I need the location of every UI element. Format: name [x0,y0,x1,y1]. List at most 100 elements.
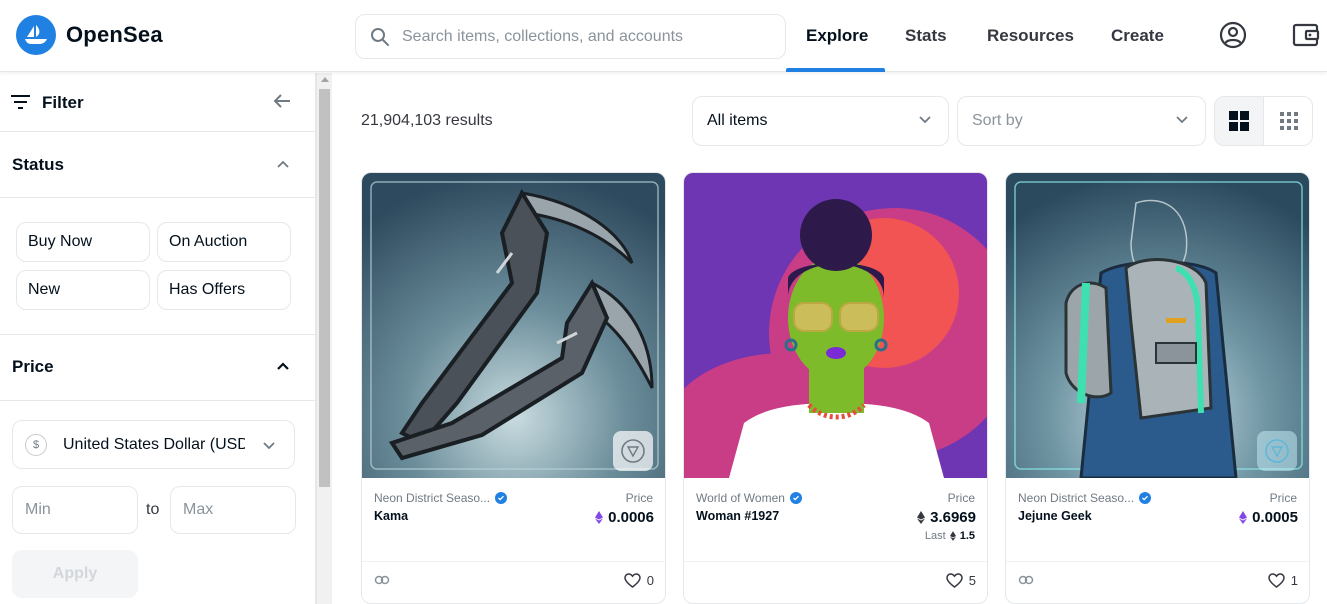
large-grid-icon [1229,111,1249,131]
scroll-up-arrow-icon[interactable] [321,77,329,82]
link-icon[interactable] [374,574,390,586]
sidebar-scrollbar[interactable] [316,73,332,604]
price-section-header[interactable]: Price [0,335,315,401]
last-sale-row: Last 1.5 [925,530,975,542]
verified-badge-icon [789,492,802,504]
currency-label: United States Dollar (USD) [63,435,245,453]
card-divider [1006,561,1309,562]
status-title: Status [12,155,64,174]
nav-resources[interactable]: Resources [987,0,1074,72]
heart-icon [946,573,963,588]
collection-row: Neon District Seaso... [1018,491,1152,505]
status-section-header[interactable]: Status [0,132,315,198]
scroll-thumb[interactable] [319,89,330,487]
small-grid-view-button[interactable] [1264,97,1312,145]
price-title: Price [12,357,54,376]
nft-card[interactable]: World of Women Woman #1927 Price 3.6969 … [683,172,988,604]
nft-image-woman-1927[interactable] [684,173,987,513]
view-toggle [1214,96,1313,146]
price-label: Price [1269,491,1297,505]
price-label: Price [947,491,975,505]
collection-row: World of Women [696,491,802,505]
filter-sidebar: Filter Status Buy Now On Auction New Has… [0,73,316,604]
collection-row: Neon District Seaso... [374,491,508,505]
nav-create[interactable]: Create [1111,0,1164,72]
nav-stats[interactable]: Stats [905,0,947,72]
price-value-row: 0.0006 [595,509,654,526]
collection-name[interactable]: World of Women [696,491,785,505]
account-circle-icon[interactable] [1218,20,1248,50]
currency-select[interactable]: $ United States Dollar (USD) [12,420,295,469]
search-icon [371,27,389,46]
filter-header: Filter [0,73,315,132]
max-price-input[interactable] [183,501,283,519]
nft-card[interactable]: Neon District Seaso... Kama Price 0.0006… [361,172,666,604]
price-value: 3.6969 [930,509,976,526]
verified-badge-icon [1139,492,1152,504]
dollar-icon: $ [25,433,47,456]
collapse-arrow-icon[interactable] [273,93,291,109]
small-grid-icon [1279,112,1298,130]
status-new[interactable]: New [16,270,150,310]
filter-lines-icon [11,95,30,109]
top-header: OpenSea Explore Stats Resources Create [0,0,1327,72]
large-grid-view-button[interactable] [1215,97,1264,145]
results-count: 21,904,103 results [361,112,493,129]
last-label: Last [924,530,946,542]
status-on-auction[interactable]: On Auction [157,222,291,262]
min-price-input[interactable] [25,501,125,519]
favorite-count: 1 [1290,573,1298,588]
item-name: Jejune Geek [1018,509,1092,523]
price-value: 0.0005 [1252,509,1298,526]
chevron-up-icon [277,362,289,370]
items-filter-value: All items [707,112,768,129]
opensea-logo[interactable]: OpenSea [16,15,163,55]
collection-name[interactable]: Neon District Seaso... [1018,491,1134,505]
filter-title: Filter [42,93,84,112]
status-has-offers[interactable]: Has Offers [157,270,291,310]
item-name: Kama [374,509,409,523]
sort-dropdown[interactable]: Sort by [957,96,1206,146]
eth-icon [949,531,956,541]
chevron-up-icon [277,160,289,168]
status-options: Buy Now On Auction New Has Offers [0,198,315,335]
sort-placeholder: Sort by [972,112,1023,129]
apply-button[interactable]: Apply [12,550,138,598]
price-value-row: 0.0005 [1239,509,1298,526]
favorite-button[interactable]: 5 [946,573,976,588]
chevron-down-icon [919,116,931,124]
nav-explore[interactable]: Explore [806,0,868,72]
item-name: Woman #1927 [696,509,780,523]
price-value: 0.0006 [608,509,654,526]
min-price-field[interactable] [12,486,138,534]
favorite-button[interactable]: 0 [624,573,654,588]
link-icon[interactable] [1018,574,1034,586]
search-bar[interactable] [355,14,786,59]
chevron-down-icon [263,442,275,450]
collection-name[interactable]: Neon District Seaso... [374,491,490,505]
favorite-button[interactable]: 1 [1268,573,1298,588]
status-buy-now[interactable]: Buy Now [16,222,150,262]
sailboat-icon [16,15,56,55]
heart-icon [624,573,641,588]
card-divider [362,561,665,562]
active-tab-indicator [786,68,885,72]
favorite-count: 0 [646,573,654,588]
eth-icon [917,511,926,524]
polygon-eth-icon [595,511,604,524]
verified-badge-icon [495,492,508,504]
max-price-field[interactable] [170,486,296,534]
polygon-eth-icon [1239,511,1248,524]
neon-district-badge-icon [613,431,653,471]
favorite-count: 5 [968,573,976,588]
nft-card[interactable]: Neon District Seaso... Jejune Geek Price… [1005,172,1310,604]
card-divider [684,561,987,562]
wallet-icon[interactable] [1291,20,1321,50]
brand-name: OpenSea [66,22,163,47]
items-filter-dropdown[interactable]: All items [692,96,949,146]
neon-district-badge-icon [1257,431,1297,471]
search-input[interactable] [402,27,762,46]
price-label: Price [625,491,653,505]
last-value: 1.5 [959,530,975,542]
price-value-row: 3.6969 [917,509,976,526]
